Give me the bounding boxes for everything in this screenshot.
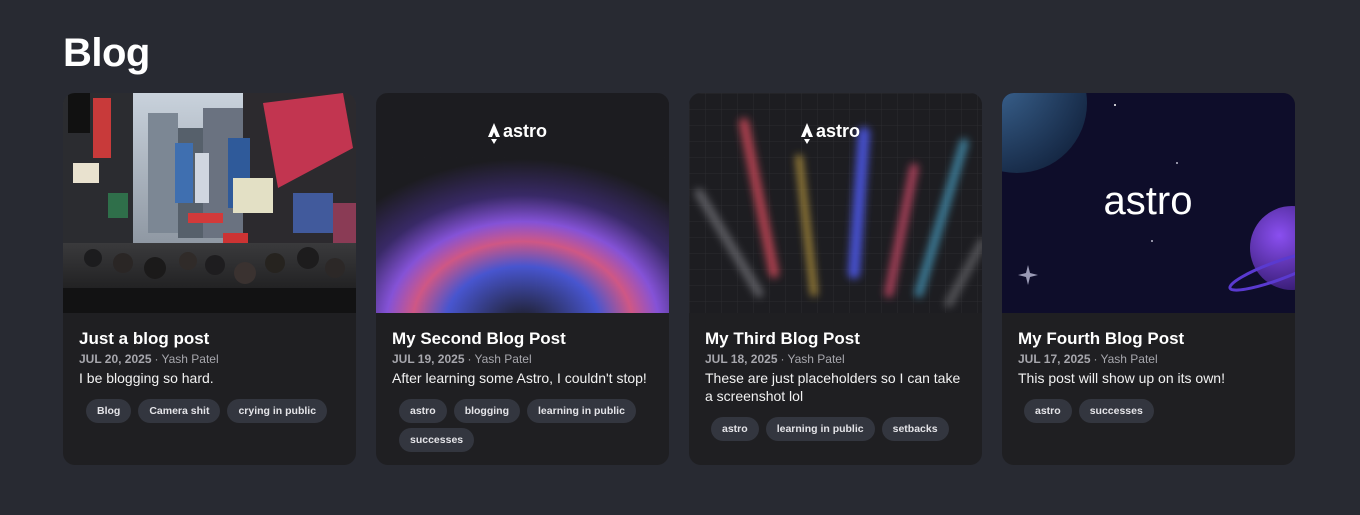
tag-chip[interactable]: astro (711, 417, 759, 441)
meta-separator: · (154, 352, 159, 366)
post-title[interactable]: My Fourth Blog Post (1018, 329, 1279, 349)
astro-wordmark: astro (503, 121, 547, 141)
tag-chip[interactable]: successes (399, 428, 475, 452)
meta-separator: · (780, 352, 785, 366)
astro-wordmark: astro (816, 121, 860, 141)
post-date: JUL 17, 2025 (1018, 352, 1091, 366)
tag-chip[interactable]: setbacks (881, 417, 949, 441)
astro-wordmark: astro (1104, 179, 1193, 223)
post-date: JUL 19, 2025 (392, 352, 465, 366)
post-thumbnail-astro-space[interactable]: astro (1002, 93, 1295, 313)
tag-chip[interactable]: blogging (453, 399, 521, 423)
post-title[interactable]: Just a blog post (79, 329, 340, 349)
post-description: This post will show up on its own! (1018, 370, 1225, 386)
post-date: JUL 18, 2025 (705, 352, 778, 366)
post-thumbnail-astro-arc[interactable]: astro (376, 93, 669, 313)
post-title[interactable]: My Second Blog Post (392, 329, 653, 349)
post-description: I be blogging so hard. (79, 370, 214, 386)
post-meta: JUL 18, 2025 · Yash Patel (705, 351, 966, 367)
blog-page: Blog Just a blog post JUL 20, 2025 · Yas… (0, 0, 1360, 515)
post-thumbnail-astro-rays[interactable]: astro (689, 93, 982, 313)
tag-chip[interactable]: astro (1024, 399, 1072, 423)
post-card-body: My Third Blog Post JUL 18, 2025 · Yash Pat… (689, 313, 982, 441)
post-author: Yash Patel (1100, 352, 1158, 366)
post-tags: astro learning in public setbacks (705, 417, 966, 441)
post-author: Yash Patel (787, 352, 845, 366)
post-card-body: My Second Blog Post JUL 19, 2025 · Yash Pa… (376, 313, 669, 452)
post-meta: JUL 19, 2025 · Yash Patel (392, 351, 653, 367)
post-title[interactable]: My Third Blog Post (705, 329, 966, 349)
post-description: After learning some Astro, I couldn't st… (392, 370, 647, 386)
post-meta: JUL 17, 2025 · Yash Patel (1018, 351, 1279, 367)
page-title: Blog (63, 31, 150, 75)
tag-chip[interactable]: Blog (86, 399, 132, 423)
post-author: Yash Patel (161, 352, 219, 366)
post-description: These are just placeholders so I can tak… (705, 370, 961, 404)
tag-chip[interactable]: crying in public (227, 399, 328, 423)
post-author: Yash Patel (474, 352, 532, 366)
post-card[interactable]: astro My Third Blog Post JUL 18, 2025 · Ya… (689, 93, 982, 465)
post-card[interactable]: astro My Second Blog Post JUL 19, 2025 · Y… (376, 93, 669, 465)
tag-chip[interactable]: astro (399, 399, 447, 423)
post-card[interactable]: Just a blog post JUL 20, 2025 · Yash Patel… (63, 93, 356, 465)
post-tags: astro successes (1018, 399, 1279, 423)
post-grid: Just a blog post JUL 20, 2025 · Yash Patel… (63, 93, 1295, 465)
tag-chip[interactable]: learning in public (527, 399, 636, 423)
post-thumbnail-street-photo[interactable] (63, 93, 356, 313)
meta-separator: · (467, 352, 472, 366)
post-date: JUL 20, 2025 (79, 352, 152, 366)
post-card-body: Just a blog post JUL 20, 2025 · Yash Patel… (63, 313, 356, 423)
meta-separator: · (1093, 352, 1098, 366)
post-meta: JUL 20, 2025 · Yash Patel (79, 351, 340, 367)
tag-chip[interactable]: learning in public (765, 417, 875, 441)
post-tags: Blog Camera shit crying in public (79, 399, 340, 423)
post-card[interactable]: astro My Fourth Blog Post JUL 17, 2025 · Y… (1002, 93, 1295, 465)
tag-chip[interactable]: Camera shit (138, 399, 221, 423)
post-card-body: My Fourth Blog Post JUL 17, 2025 · Yash Pa… (1002, 313, 1295, 423)
tag-chip[interactable]: successes (1078, 399, 1154, 423)
post-tags: astro blogging learning in public succes… (392, 399, 653, 452)
